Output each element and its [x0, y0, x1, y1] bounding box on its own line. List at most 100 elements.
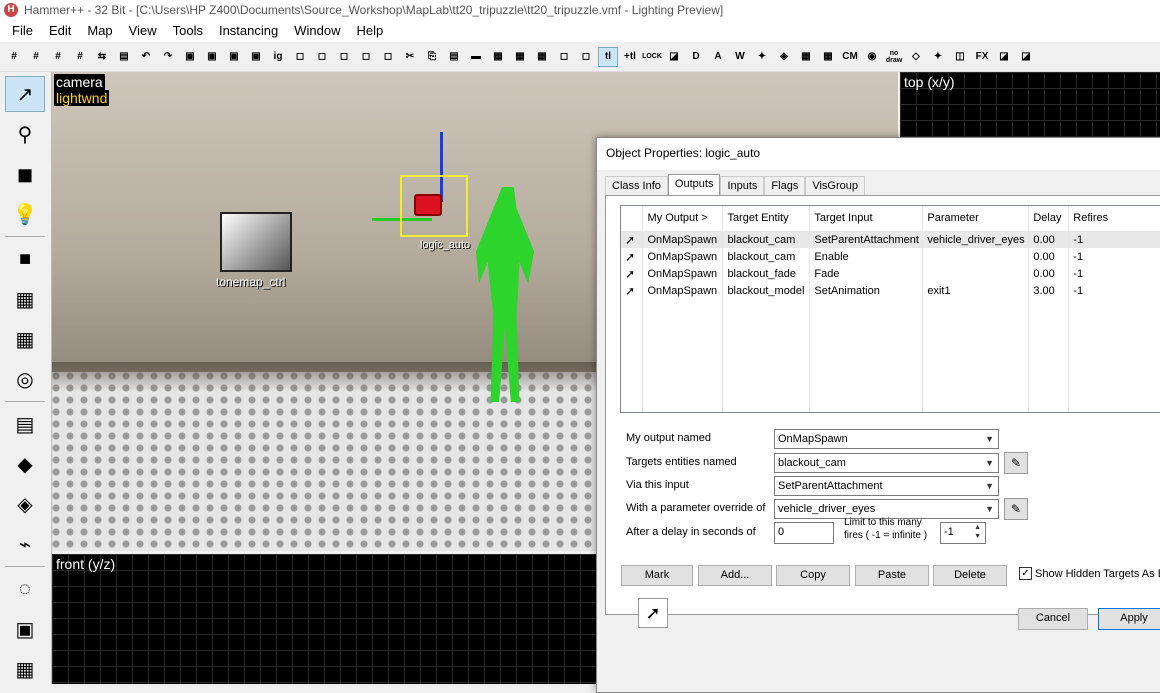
- toolbar-button-24[interactable]: ▦: [532, 47, 552, 67]
- delay-input[interactable]: 0: [774, 522, 834, 544]
- tool-select-icon[interactable]: ↗: [5, 76, 45, 112]
- camera-viewport-mode[interactable]: lightwnd: [54, 90, 110, 106]
- toolbar-button-2[interactable]: #: [48, 47, 68, 67]
- menu-edit[interactable]: Edit: [41, 21, 79, 41]
- toolbar-button-14[interactable]: ◻: [312, 47, 332, 67]
- toolbar-button-44[interactable]: FX: [972, 47, 992, 67]
- toolbar-button-6[interactable]: ↶: [136, 47, 156, 67]
- toolbar-button-18[interactable]: ✂: [400, 47, 420, 67]
- column-delay[interactable]: Delay: [1028, 206, 1070, 232]
- menu-tools[interactable]: Tools: [165, 21, 211, 41]
- toolbar-button-30[interactable]: ◪: [664, 47, 684, 67]
- toolbar-button-37[interactable]: ▦: [818, 47, 838, 67]
- output-row[interactable]: ➚ OnMapSpawn blackout_cam SetParentAttachme…: [621, 231, 1160, 248]
- toolbar-button-3[interactable]: #: [70, 47, 90, 67]
- toolbar-button-20[interactable]: ▤: [444, 47, 464, 67]
- tool-crate-icon[interactable]: ▦: [5, 651, 45, 687]
- toolbar-button-10[interactable]: ▣: [224, 47, 244, 67]
- menu-instancing[interactable]: Instancing: [211, 21, 286, 41]
- toolbar-button-42[interactable]: ✦: [928, 47, 948, 67]
- toolbar-button-22[interactable]: ▦: [488, 47, 508, 67]
- column-target-entity[interactable]: Target Entity: [722, 206, 811, 232]
- outputs-list[interactable]: My Output > Target Entity Target Input P…: [620, 205, 1160, 413]
- paste-button[interactable]: Paste: [855, 565, 929, 586]
- toolbar-button-8[interactable]: ▣: [180, 47, 200, 67]
- toolbar-button-25[interactable]: ◻: [554, 47, 574, 67]
- toolbar-button-7[interactable]: ↷: [158, 47, 178, 67]
- output-row[interactable]: ➚ OnMapSpawn blackout_cam Enable 0.00 -1: [621, 248, 1160, 265]
- tool-clip-icon[interactable]: ◆: [5, 446, 45, 482]
- via-input-combo[interactable]: SetParentAttachment ▼: [774, 476, 999, 496]
- front-viewport-label[interactable]: front (y/z): [56, 556, 115, 572]
- toolbar-button-46[interactable]: ◪: [1016, 47, 1036, 67]
- toolbar-button-45[interactable]: ◪: [994, 47, 1014, 67]
- toolbar-button-26[interactable]: ◻: [576, 47, 596, 67]
- tool-overlay-icon[interactable]: ▤: [5, 406, 45, 442]
- toolbar-button-9[interactable]: ▣: [202, 47, 222, 67]
- tool-decal-icon[interactable]: ◎: [5, 361, 45, 397]
- tab-inputs[interactable]: Inputs: [720, 176, 765, 196]
- top-viewport-label[interactable]: top (x/y): [904, 74, 955, 90]
- tool-path-icon[interactable]: ⌁: [5, 526, 45, 562]
- output-row[interactable]: ➚ OnMapSpawn blackout_fade Fade 0.00 -1: [621, 265, 1160, 282]
- tool-entity-icon[interactable]: 💡: [5, 196, 45, 232]
- toolbar-button-29[interactable]: LOCK: [642, 47, 662, 67]
- toolbar-button-19[interactable]: ⎘: [422, 47, 442, 67]
- toolbar-button-32[interactable]: A: [708, 47, 728, 67]
- toolbar-button-4[interactable]: ⇆: [92, 47, 112, 67]
- toolbar-button-23[interactable]: ▦: [510, 47, 530, 67]
- targets-named-combo[interactable]: blackout_cam ▼: [774, 453, 999, 473]
- camera-viewport-label[interactable]: camera: [54, 74, 105, 90]
- logic-auto-icon[interactable]: [414, 194, 442, 216]
- toolbar-button-33[interactable]: W: [730, 47, 750, 67]
- column-target-input[interactable]: Target Input: [809, 206, 924, 232]
- toolbar-button-12[interactable]: ig: [268, 47, 288, 67]
- menu-help[interactable]: Help: [348, 21, 391, 41]
- menu-view[interactable]: View: [121, 21, 165, 41]
- menu-file[interactable]: File: [4, 21, 41, 41]
- toolbar-button-35[interactable]: ◈: [774, 47, 794, 67]
- tool-cube-icon[interactable]: ▣: [5, 611, 45, 647]
- eyedropper-target-button[interactable]: ✎: [1004, 452, 1028, 474]
- toolbar-button-21[interactable]: ▬: [466, 47, 486, 67]
- copy-button[interactable]: Copy: [776, 565, 850, 586]
- delete-button[interactable]: Delete: [933, 565, 1007, 586]
- toolbar-button-27[interactable]: tl: [598, 46, 618, 67]
- toolbar-button-1[interactable]: #: [26, 47, 46, 67]
- toolbar-button-13[interactable]: ◻: [290, 47, 310, 67]
- menu-window[interactable]: Window: [286, 21, 348, 41]
- column-parameter[interactable]: Parameter: [922, 206, 1030, 232]
- toolbar-button-28[interactable]: +tl: [620, 47, 640, 67]
- toolbar-button-5[interactable]: ▤: [114, 47, 134, 67]
- cancel-button[interactable]: Cancel: [1018, 608, 1088, 630]
- toolbar-button-11[interactable]: ▣: [246, 47, 266, 67]
- toolbar-button-17[interactable]: ◻: [378, 47, 398, 67]
- spinner-arrows-icon[interactable]: ▲ ▼: [974, 523, 981, 541]
- eyedropper-parameter-button[interactable]: ✎: [1004, 498, 1028, 520]
- tool-block-icon[interactable]: ■: [5, 241, 45, 277]
- tool-cordon-icon[interactable]: ◌: [5, 571, 45, 607]
- menu-map[interactable]: Map: [79, 21, 120, 41]
- column-refires[interactable]: Refires: [1068, 206, 1160, 232]
- toolbar-button-43[interactable]: ◫: [950, 47, 970, 67]
- toolbar-button-36[interactable]: ▦: [796, 47, 816, 67]
- tab-flags[interactable]: Flags: [764, 176, 806, 196]
- limit-fires-spinner[interactable]: -1 ▲ ▼: [940, 522, 986, 544]
- toolbar-button-38[interactable]: CM: [840, 47, 860, 67]
- output-row[interactable]: ➚ OnMapSpawn blackout_model SetAnimation exi…: [621, 282, 1160, 299]
- toolbar-button-31[interactable]: D: [686, 47, 706, 67]
- tool-texture-icon[interactable]: ▦: [5, 281, 45, 317]
- toolbar-button-34[interactable]: ✦: [752, 47, 772, 67]
- apply-button[interactable]: Apply: [1098, 608, 1160, 630]
- toolbar-button-41[interactable]: ◇: [906, 47, 926, 67]
- tab-visgroup[interactable]: VisGroup: [805, 176, 865, 196]
- mark-button[interactable]: Mark: [621, 565, 693, 586]
- toolbar-button-15[interactable]: ◻: [334, 47, 354, 67]
- toolbar-button-0[interactable]: #: [4, 47, 24, 67]
- column-my-output[interactable]: My Output >: [642, 206, 724, 232]
- toolbar-button-39[interactable]: ◉: [862, 47, 882, 67]
- tool-camera-icon[interactable]: ◼: [5, 156, 45, 192]
- tool-apply-texture-icon[interactable]: ▦: [5, 321, 45, 357]
- tab-outputs[interactable]: Outputs: [667, 174, 721, 196]
- toolbar-button-16[interactable]: ◻: [356, 47, 376, 67]
